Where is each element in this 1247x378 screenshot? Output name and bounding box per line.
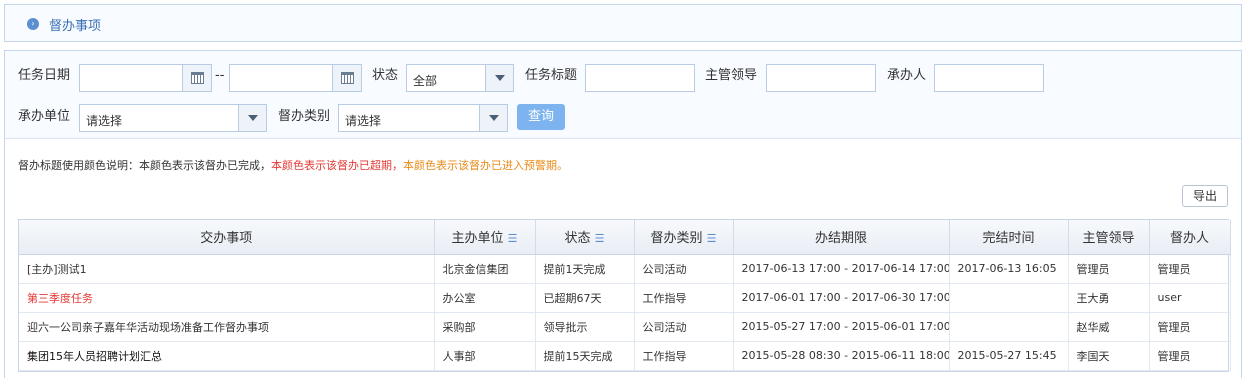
table-row[interactable]: [主办]测试1 北京金信集团 提前1天完成 公司活动 2017-06-13 17…	[19, 254, 1231, 284]
column-header-finish-time[interactable]: 完结时间	[949, 220, 1069, 255]
cell-supervisor: 管理员	[1149, 254, 1231, 284]
date-separator: --	[215, 68, 225, 83]
menu-icon[interactable]: ☰	[707, 232, 717, 245]
table-row[interactable]: 第三季度任务 办公室 已超期67天 工作指导 2017-06-01 17:00 …	[19, 283, 1231, 313]
task-date-end-input[interactable]	[229, 64, 333, 92]
menu-icon[interactable]: ☰	[508, 232, 518, 245]
cell-unit: 北京金信集团	[434, 254, 536, 284]
task-table: 交办事项 主办单位 ☰ 状态 ☰ 督办类别 ☰ 办结期限 完结时间 主管领导 督办人 …	[18, 219, 1231, 372]
cell-finish-time	[949, 312, 1069, 342]
cell-status: 提前1天完成	[535, 254, 635, 284]
cell-finish-time	[949, 283, 1069, 313]
chevron-down-icon[interactable]	[479, 105, 507, 131]
cell-finish-time: 2017-06-13 16:05	[949, 254, 1069, 284]
cell-item-link[interactable]: 集团15年人员招聘计划汇总	[19, 341, 435, 371]
cell-deadline: 2015-05-27 17:00 - 2015-06-01 17:00	[733, 312, 950, 342]
cell-item-link[interactable]: 迎六一公司亲子嘉年华活动现场准备工作督办事项	[19, 312, 435, 342]
cell-deadline: 2015-05-28 08:30 - 2015-06-11 18:00	[733, 341, 950, 371]
filter-area: 任务日期 -- 状态 全部 任务标题 主管领导 承办人 承办单位 请选择 督办类…	[5, 51, 1241, 139]
category-select[interactable]: 请选择	[338, 104, 508, 132]
cell-status: 提前15天完成	[535, 341, 635, 371]
column-header-unit[interactable]: 主办单位 ☰	[434, 220, 536, 255]
unit-select[interactable]: 请选择	[79, 104, 267, 132]
cell-status: 领导批示	[535, 312, 635, 342]
cell-supervisor: 管理员	[1149, 312, 1231, 342]
table-row[interactable]: 集团15年人员招聘计划汇总 人事部 提前15天完成 工作指导 2015-05-2…	[19, 341, 1231, 371]
status-select[interactable]: 全部	[406, 64, 514, 92]
cell-leader: 王大勇	[1068, 283, 1150, 313]
color-legend-note: 督办标题使用颜色说明：本颜色表示该督办已完成，本颜色表示该督办已超期，本颜色表示…	[18, 157, 568, 173]
cell-supervisor: 管理员	[1149, 341, 1231, 371]
cell-category: 工作指导	[634, 341, 734, 371]
cell-supervisor: user	[1149, 283, 1231, 313]
leader-input[interactable]	[766, 64, 876, 92]
category-label: 督办类别	[278, 109, 331, 124]
legend-note-overdue: 本颜色表示该督办已超期，	[271, 159, 403, 172]
leader-label: 主管领导	[705, 68, 758, 83]
task-date-label: 任务日期	[18, 68, 71, 83]
cell-category: 公司活动	[634, 254, 734, 284]
page-header: › 督办事项	[4, 4, 1242, 42]
status-label: 状态	[372, 68, 399, 83]
calendar-icon	[340, 72, 354, 84]
cell-finish-time: 2015-05-27 15:45	[949, 341, 1069, 371]
column-header-deadline[interactable]: 办结期限	[733, 220, 950, 255]
unit-select-placeholder: 请选择	[86, 114, 123, 128]
chevron-down-icon[interactable]	[238, 105, 266, 131]
cell-deadline: 2017-06-13 17:00 - 2017-06-14 17:00	[733, 254, 950, 284]
cell-item-link[interactable]: [主办]测试1	[19, 254, 435, 284]
task-date-start-input[interactable]	[79, 64, 183, 92]
date-end-picker-button[interactable]	[333, 64, 362, 92]
handler-input[interactable]	[934, 64, 1044, 92]
unit-label: 承办单位	[18, 109, 71, 124]
cell-leader: 赵华威	[1068, 312, 1150, 342]
date-start-picker-button[interactable]	[183, 64, 212, 92]
cell-unit: 采购部	[434, 312, 536, 342]
cell-deadline: 2017-06-01 17:00 - 2017-06-30 17:00	[733, 283, 950, 313]
table-row[interactable]: 迎六一公司亲子嘉年华活动现场准备工作督办事项 采购部 领导批示 公司活动 201…	[19, 312, 1231, 342]
main-panel: 任务日期 -- 状态 全部 任务标题 主管领导 承办人 承办单位 请选择 督办类…	[4, 50, 1242, 378]
cell-item-link[interactable]: 第三季度任务	[19, 283, 435, 313]
cell-status: 已超期67天	[535, 283, 635, 313]
handler-label: 承办人	[887, 68, 927, 83]
menu-icon[interactable]: ☰	[595, 232, 605, 245]
calendar-icon	[190, 72, 204, 84]
chevron-down-icon[interactable]	[485, 65, 513, 91]
cell-unit: 人事部	[434, 341, 536, 371]
cell-leader: 李国天	[1068, 341, 1150, 371]
column-header-leader[interactable]: 主管领导	[1068, 220, 1150, 255]
export-button[interactable]: 导出	[1182, 185, 1228, 207]
cell-category: 公司活动	[634, 312, 734, 342]
column-header-supervisor[interactable]: 督办人	[1149, 220, 1231, 255]
cell-unit: 办公室	[434, 283, 536, 313]
page-title: 督办事项	[49, 19, 102, 34]
cell-leader: 管理员	[1068, 254, 1150, 284]
query-button[interactable]: 查询	[517, 104, 565, 130]
column-header-item[interactable]: 交办事项	[19, 220, 435, 255]
legend-note-warning: 本颜色表示该督办已进入预警期。	[403, 159, 568, 172]
column-header-status[interactable]: 状态 ☰	[535, 220, 635, 255]
category-select-placeholder: 请选择	[345, 114, 382, 128]
cell-category: 工作指导	[634, 283, 734, 313]
column-header-category[interactable]: 督办类别 ☰	[634, 220, 734, 255]
status-select-value: 全部	[413, 74, 438, 88]
task-title-input[interactable]	[585, 64, 695, 92]
task-title-label: 任务标题	[525, 68, 578, 83]
table-header-row: 交办事项 主办单位 ☰ 状态 ☰ 督办类别 ☰ 办结期限 完结时间 主管领导 督办人	[19, 220, 1231, 255]
chevron-right-circle-icon: ›	[27, 18, 39, 30]
legend-note-completed: 督办标题使用颜色说明：本颜色表示该督办已完成，	[18, 159, 271, 172]
